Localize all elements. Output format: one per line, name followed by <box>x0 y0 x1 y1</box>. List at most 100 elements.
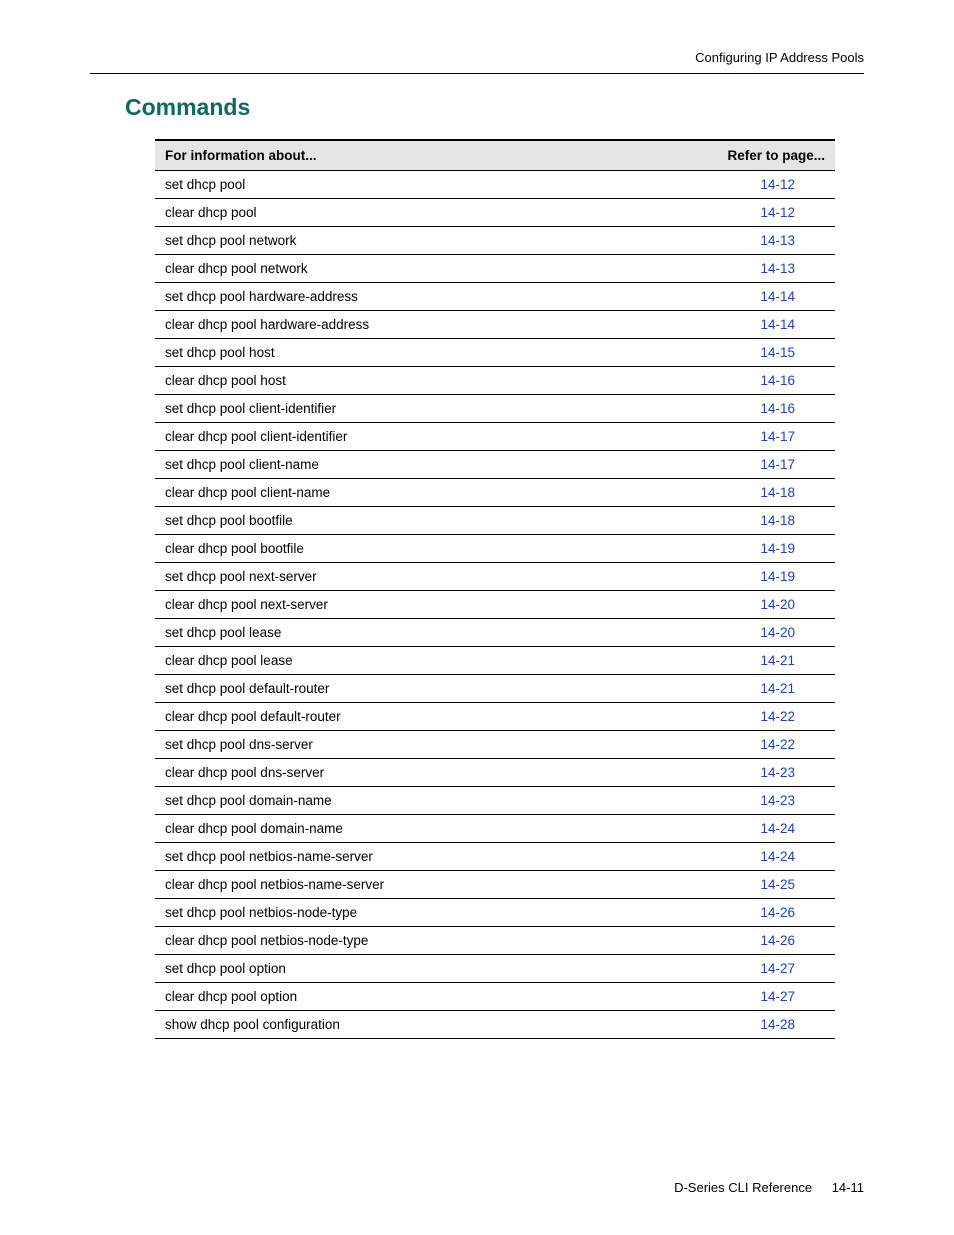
table-row: clear dhcp pool netbios-node-type 14-26 <box>155 927 835 955</box>
table-row: set dhcp pool domain-name 14-23 <box>155 787 835 815</box>
table-row: set dhcp pool bootfile 14-18 <box>155 507 835 535</box>
page-link[interactable]: 14-15 <box>760 345 795 360</box>
table-row: set dhcp pool option 14-27 <box>155 955 835 983</box>
command-name: set dhcp pool client-name <box>155 451 675 479</box>
page-link[interactable]: 14-13 <box>760 261 795 276</box>
page-link[interactable]: 14-14 <box>760 289 795 304</box>
table-row: set dhcp pool next-server14-19 <box>155 563 835 591</box>
table-row: clear dhcp pool netbios-name-server 14-25 <box>155 871 835 899</box>
command-name: clear dhcp pool client-name <box>155 479 675 507</box>
command-name: set dhcp pool domain-name <box>155 787 675 815</box>
page-link[interactable]: 14-19 <box>760 541 795 556</box>
breadcrumb: Configuring IP Address Pools <box>90 50 864 65</box>
page-link[interactable]: 14-27 <box>760 961 795 976</box>
command-name: set dhcp pool client-identifier <box>155 395 675 423</box>
command-page-cell: 14-18 <box>675 479 835 507</box>
page-link[interactable]: 14-26 <box>760 905 795 920</box>
command-page-cell: 14-22 <box>675 703 835 731</box>
page-link[interactable]: 14-14 <box>760 317 795 332</box>
table-row: set dhcp pool default-router 14-21 <box>155 675 835 703</box>
command-name: set dhcp pool option <box>155 955 675 983</box>
page-link[interactable]: 14-17 <box>760 457 795 472</box>
command-page-cell: 14-19 <box>675 535 835 563</box>
command-name: clear dhcp pool bootfile <box>155 535 675 563</box>
table-row: set dhcp pool client-identifier 14-16 <box>155 395 835 423</box>
command-name: clear dhcp pool client-identifier <box>155 423 675 451</box>
command-page-cell: 14-23 <box>675 787 835 815</box>
table-row: set dhcp pool lease14-20 <box>155 619 835 647</box>
page-link[interactable]: 14-16 <box>760 373 795 388</box>
table-row: set dhcp pool dns-server14-22 <box>155 731 835 759</box>
page-link[interactable]: 14-23 <box>760 765 795 780</box>
command-name: clear dhcp pool lease <box>155 647 675 675</box>
command-page-cell: 14-22 <box>675 731 835 759</box>
table-row: clear dhcp pool client-name 14-18 <box>155 479 835 507</box>
page-link[interactable]: 14-17 <box>760 429 795 444</box>
command-name: clear dhcp pool network <box>155 255 675 283</box>
table-row: clear dhcp pool host14-16 <box>155 367 835 395</box>
command-page-cell: 14-26 <box>675 899 835 927</box>
page-link[interactable]: 14-16 <box>760 401 795 416</box>
command-page-cell: 14-23 <box>675 759 835 787</box>
page-link[interactable]: 14-22 <box>760 709 795 724</box>
page-link[interactable]: 14-21 <box>760 653 795 668</box>
page-link[interactable]: 14-20 <box>760 625 795 640</box>
table-row: clear dhcp pool lease 14-21 <box>155 647 835 675</box>
table-row: clear dhcp pool default-router 14-22 <box>155 703 835 731</box>
page-link[interactable]: 14-23 <box>760 793 795 808</box>
table-row: show dhcp pool configuration14-28 <box>155 1011 835 1039</box>
command-name: set dhcp pool host <box>155 339 675 367</box>
page-link[interactable]: 14-19 <box>760 569 795 584</box>
table-row: clear dhcp pool network 14-13 <box>155 255 835 283</box>
command-page-cell: 14-13 <box>675 227 835 255</box>
page-link[interactable]: 14-24 <box>760 821 795 836</box>
table-row: set dhcp pool host 14-15 <box>155 339 835 367</box>
command-page-cell: 14-16 <box>675 395 835 423</box>
command-name: set dhcp pool network <box>155 227 675 255</box>
command-page-cell: 14-18 <box>675 507 835 535</box>
command-name: clear dhcp pool netbios-node-type <box>155 927 675 955</box>
page-link[interactable]: 14-22 <box>760 737 795 752</box>
command-name: set dhcp pool default-router <box>155 675 675 703</box>
page-link[interactable]: 14-28 <box>760 1017 795 1032</box>
page-link[interactable]: 14-26 <box>760 933 795 948</box>
page-link[interactable]: 14-18 <box>760 513 795 528</box>
table-header-info: For information about... <box>155 140 675 171</box>
page-link[interactable]: 14-18 <box>760 485 795 500</box>
page-link[interactable]: 14-12 <box>760 177 795 192</box>
command-name: set dhcp pool hardware-address <box>155 283 675 311</box>
command-name: clear dhcp pool netbios-name-server <box>155 871 675 899</box>
command-name: clear dhcp pool next-server <box>155 591 675 619</box>
command-page-cell: 14-20 <box>675 591 835 619</box>
footer-doc-name: D-Series CLI Reference <box>674 1180 812 1195</box>
page-link[interactable]: 14-20 <box>760 597 795 612</box>
section-title: Commands <box>125 94 864 121</box>
command-page-cell: 14-17 <box>675 423 835 451</box>
command-page-cell: 14-14 <box>675 311 835 339</box>
page-link[interactable]: 14-13 <box>760 233 795 248</box>
table-row: set dhcp pool netbios-node-type14-26 <box>155 899 835 927</box>
command-name: clear dhcp pool default-router <box>155 703 675 731</box>
table-row: set dhcp pool client-name 14-17 <box>155 451 835 479</box>
page-link[interactable]: 14-21 <box>760 681 795 696</box>
page-footer: D-Series CLI Reference 14-11 <box>674 1180 864 1195</box>
commands-table: For information about... Refer to page..… <box>155 139 835 1039</box>
page-link[interactable]: 14-25 <box>760 877 795 892</box>
command-page-cell: 14-15 <box>675 339 835 367</box>
command-page-cell: 14-27 <box>675 983 835 1011</box>
header-divider <box>90 73 864 74</box>
command-page-cell: 14-12 <box>675 171 835 199</box>
table-row: set dhcp pool netbios-name-server 14-24 <box>155 843 835 871</box>
table-row: set dhcp pool network 14-13 <box>155 227 835 255</box>
command-name: set dhcp pool <box>155 171 675 199</box>
page-link[interactable]: 14-24 <box>760 849 795 864</box>
command-page-cell: 14-21 <box>675 675 835 703</box>
command-page-cell: 14-26 <box>675 927 835 955</box>
command-page-cell: 14-13 <box>675 255 835 283</box>
page-link[interactable]: 14-12 <box>760 205 795 220</box>
command-name: set dhcp pool bootfile <box>155 507 675 535</box>
command-name: clear dhcp pool hardware-address <box>155 311 675 339</box>
command-page-cell: 14-17 <box>675 451 835 479</box>
command-name: set dhcp pool netbios-name-server <box>155 843 675 871</box>
page-link[interactable]: 14-27 <box>760 989 795 1004</box>
